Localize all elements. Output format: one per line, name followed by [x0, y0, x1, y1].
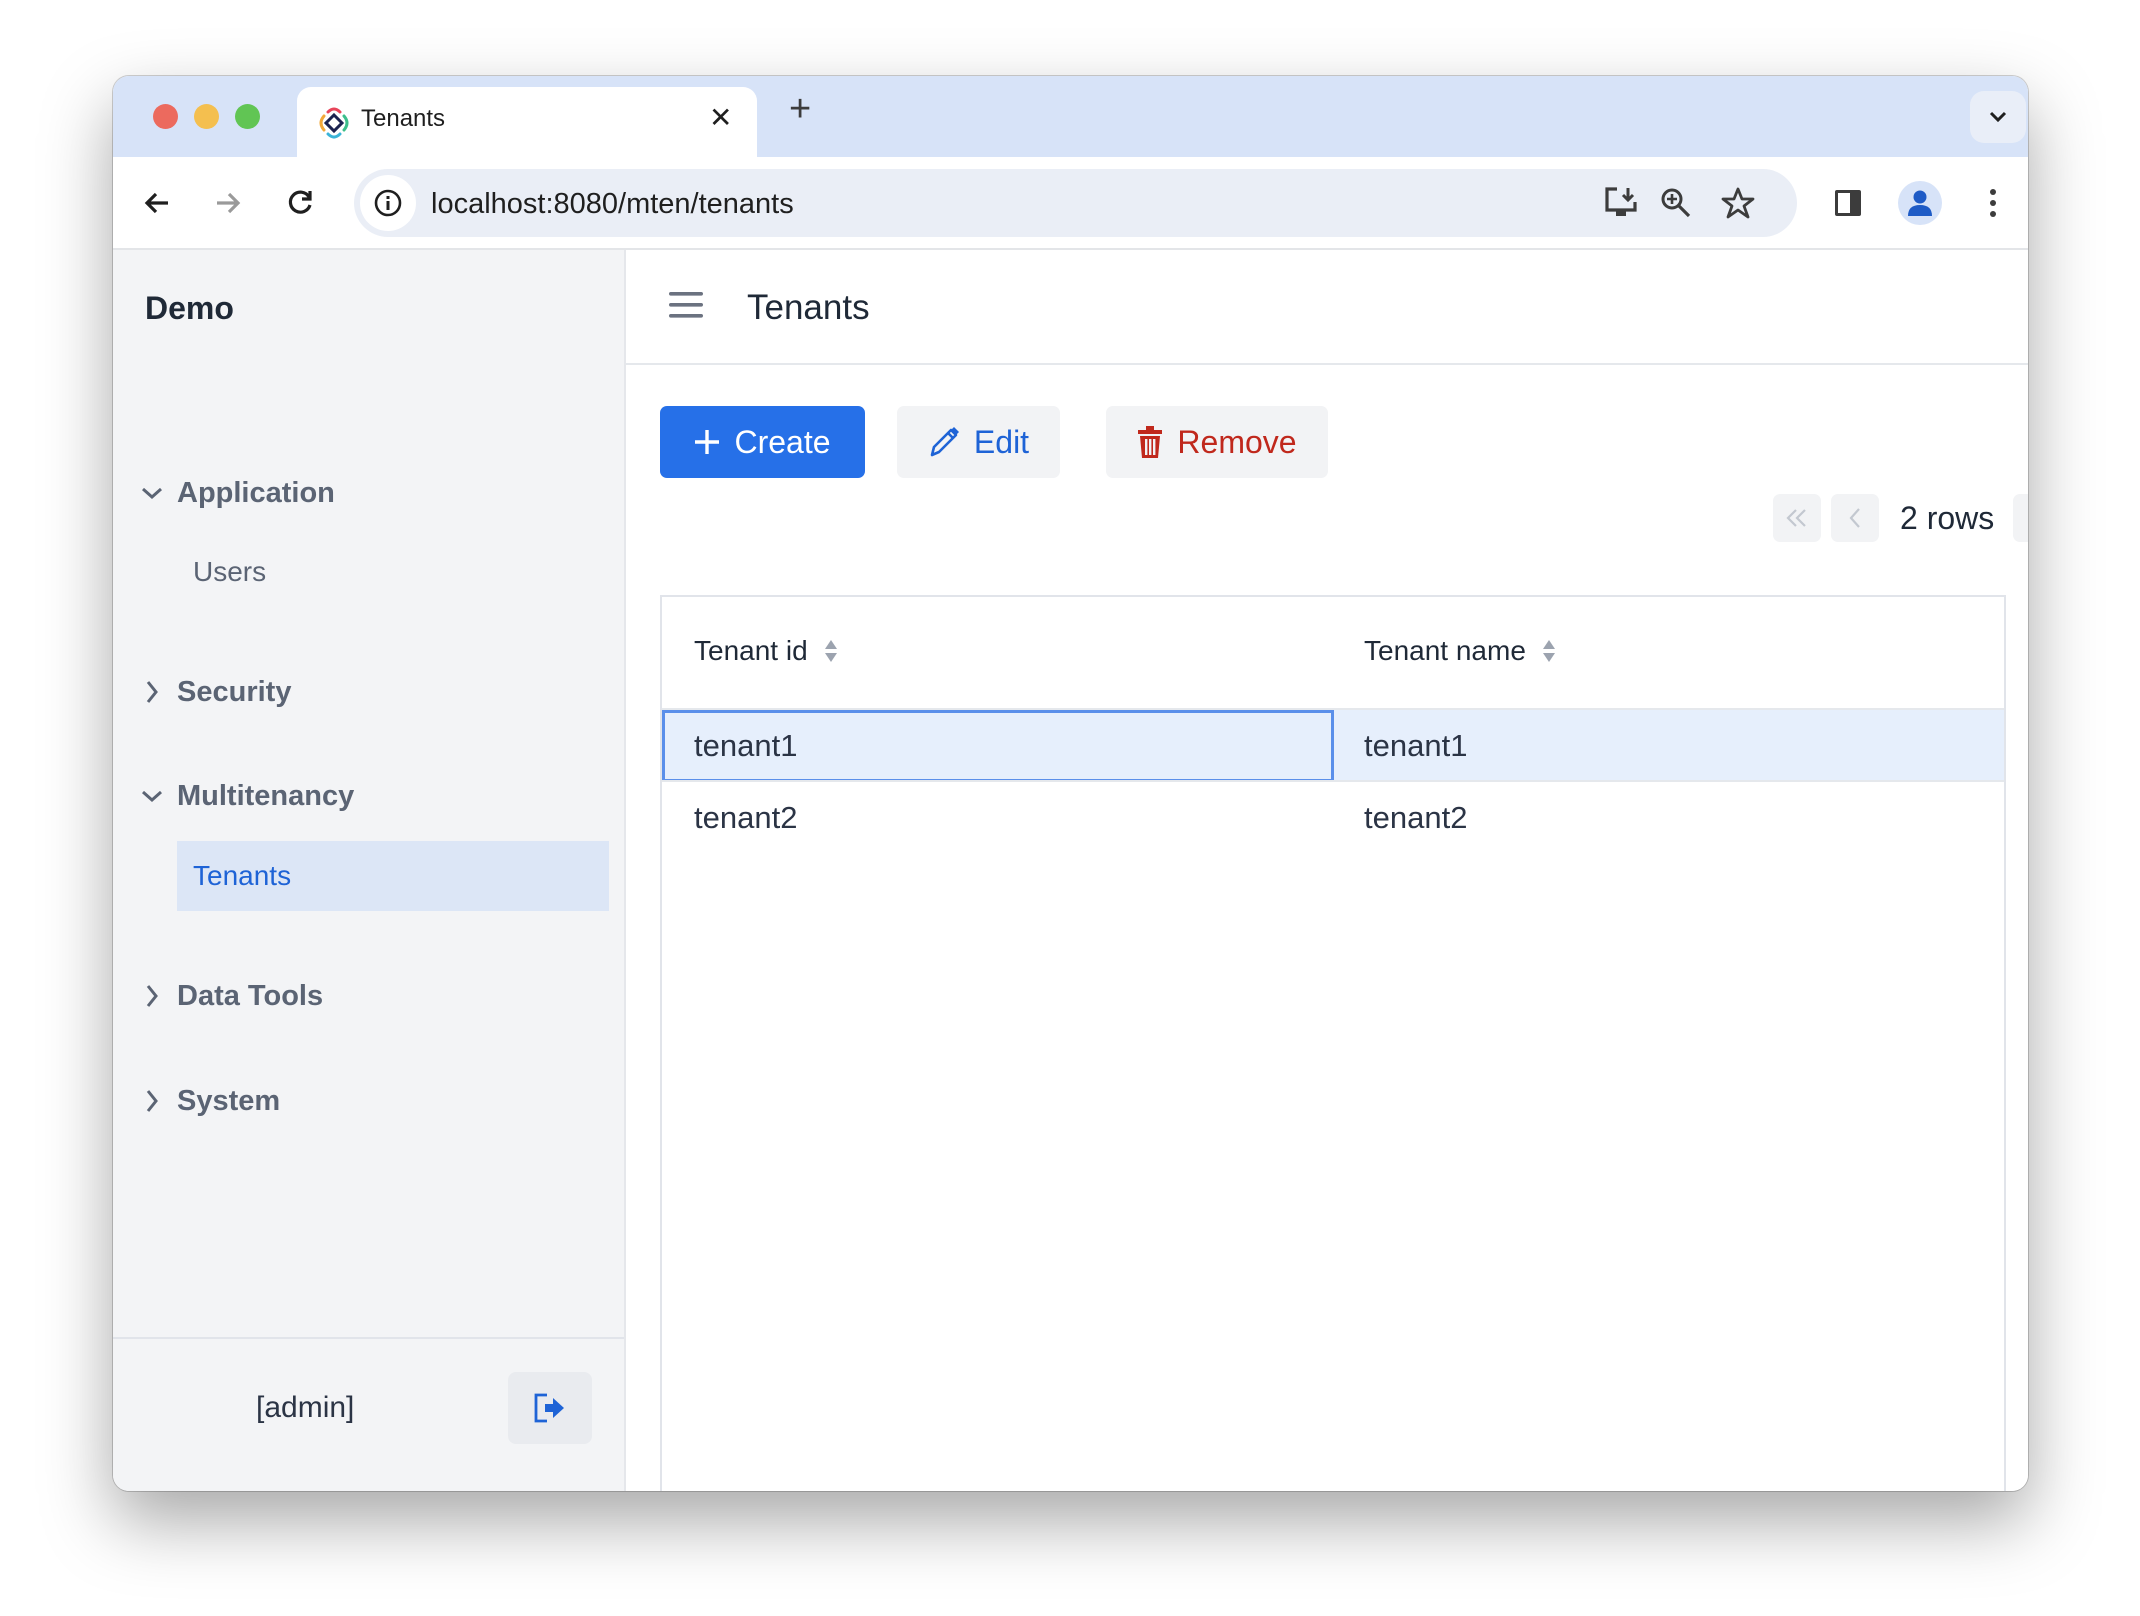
remove-button[interactable]: Remove	[1106, 406, 1328, 478]
browser-toolbar: localhost:8080/mten/tenants	[113, 157, 2028, 250]
sidebar-group-system[interactable]: System	[137, 1076, 280, 1126]
column-header-label: Tenant name	[1364, 635, 1526, 666]
main-content: Tenants Create Edit Remove 2 rows Tenant…	[626, 250, 2028, 1491]
cell-tenant-id[interactable]: tenant1	[662, 710, 1334, 782]
first-page-button[interactable]	[1773, 494, 1821, 542]
cell-tenant-id[interactable]: tenant2	[662, 782, 797, 854]
row-count: 2 rows	[1900, 500, 1995, 536]
hamburger-icon[interactable]	[668, 290, 704, 324]
chevron-right-icon	[137, 677, 167, 707]
table-header: Tenant id Tenant name	[662, 597, 2004, 710]
sidebar-group-multitenancy[interactable]: Multitenancy	[137, 771, 354, 821]
sidebar-group-label: System	[177, 1084, 281, 1117]
table-row[interactable]: tenant2 tenant2	[662, 780, 2004, 852]
sidebar-group-label: Application	[177, 476, 335, 509]
create-button[interactable]: Create	[660, 406, 865, 478]
chevron-left-icon	[1849, 508, 1860, 528]
page-title: Tenants	[747, 288, 870, 327]
browser-window: Tenants ✕ + localhost:8080/mten/tenants	[113, 76, 2028, 1491]
tab-strip: Tenants ✕ +	[113, 76, 2028, 159]
edit-button[interactable]: Edit	[897, 406, 1060, 478]
menu-icon[interactable]	[1971, 181, 2015, 225]
logout-icon	[534, 1393, 564, 1423]
column-header-tenant-id[interactable]: Tenant id	[694, 635, 838, 667]
current-user: [admin]	[256, 1391, 355, 1424]
site-info-icon[interactable]	[360, 175, 416, 231]
profile-icon[interactable]	[1898, 181, 1942, 225]
chevron-down-icon	[137, 478, 167, 508]
window-close-button[interactable]	[153, 104, 178, 129]
forward-icon[interactable]	[208, 183, 248, 223]
plus-icon	[694, 429, 720, 455]
edit-button-label: Edit	[973, 423, 1030, 460]
sidebar-group-label: Data Tools	[177, 979, 324, 1012]
back-icon[interactable]	[137, 183, 177, 223]
plus-icon[interactable]: +	[789, 90, 811, 128]
logout-button[interactable]	[508, 1372, 592, 1444]
window-zoom-button[interactable]	[235, 104, 260, 129]
chevron-right-icon	[137, 1086, 167, 1116]
side-panel-icon[interactable]	[1826, 181, 1870, 225]
chevrons-left-icon	[1786, 509, 1806, 527]
remove-button-label: Remove	[1177, 423, 1297, 460]
sidebar-group-label: Multitenancy	[177, 779, 355, 812]
sort-icon	[1542, 639, 1556, 663]
reload-icon[interactable]	[280, 183, 320, 223]
tab-list-button[interactable]	[1970, 91, 2026, 143]
url-text[interactable]: localhost:8080/mten/tenants	[431, 188, 794, 221]
zoom-icon[interactable]	[1656, 183, 1696, 223]
cell-tenant-name[interactable]: tenant1	[1334, 710, 1467, 782]
bookmark-star-icon[interactable]	[1718, 183, 1758, 223]
sidebar-item-users[interactable]: Users	[177, 537, 609, 607]
app-logo-icon	[317, 105, 351, 146]
tenants-table: Tenant id Tenant name tenant1 tenant1 te…	[660, 595, 2006, 1491]
trash-icon	[1137, 425, 1163, 459]
app-title: Demo	[145, 290, 234, 326]
column-header-tenant-name[interactable]: Tenant name	[1364, 635, 1556, 667]
chevron-down-icon	[1989, 111, 2007, 123]
table-row[interactable]: tenant1 tenant1	[662, 708, 2004, 782]
chevron-right-icon	[137, 981, 167, 1011]
sidebar-group-security[interactable]: Security	[137, 667, 291, 717]
cell-tenant-name[interactable]: tenant2	[1334, 782, 1467, 854]
column-header-label: Tenant id	[694, 635, 808, 666]
pencil-icon	[928, 425, 960, 459]
sidebar: Demo Application Users Security Multiten…	[113, 250, 626, 1491]
previous-page-button[interactable]	[1831, 494, 1879, 542]
tab-title: Tenants	[361, 105, 446, 132]
chevron-down-icon	[137, 781, 167, 811]
sort-icon	[824, 639, 838, 663]
sidebar-footer: [admin]	[113, 1337, 624, 1491]
sidebar-group-application[interactable]: Application	[137, 468, 335, 518]
main-header: Tenants	[626, 250, 2028, 365]
next-page-button[interactable]	[2013, 494, 2028, 542]
install-app-icon[interactable]	[1601, 183, 1641, 223]
create-button-label: Create	[734, 423, 831, 460]
sidebar-group-data-tools[interactable]: Data Tools	[137, 971, 323, 1021]
browser-tab-tenants[interactable]: Tenants ✕	[297, 87, 757, 159]
address-bar[interactable]: localhost:8080/mten/tenants	[354, 169, 1797, 237]
sidebar-group-label: Security	[177, 675, 292, 708]
window-minimize-button[interactable]	[194, 104, 219, 129]
close-icon[interactable]: ✕	[709, 101, 732, 134]
sidebar-item-tenants[interactable]: Tenants	[177, 841, 609, 911]
